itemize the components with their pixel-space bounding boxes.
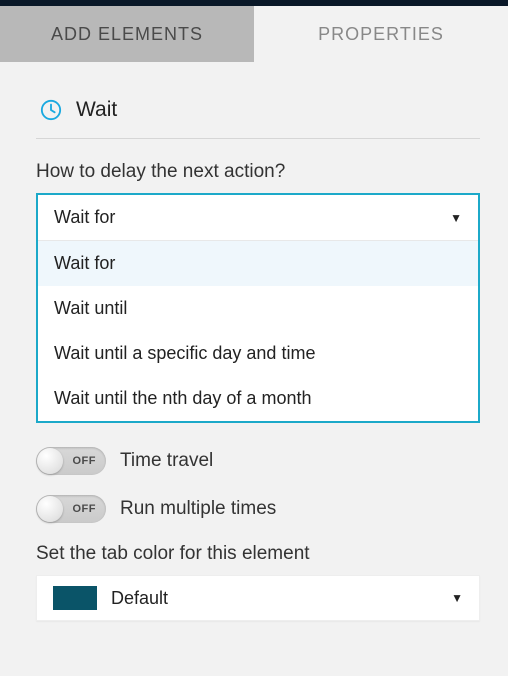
delay-option[interactable]: Wait until the nth day of a month [38,376,478,421]
chevron-down-icon: ▼ [451,591,463,605]
tab-color-label: Set the tab color for this element [36,543,480,565]
section-header: Wait [36,80,480,139]
main-tabs: ADD ELEMENTS PROPERTIES [0,6,508,62]
delay-label: How to delay the next action? [36,161,480,183]
color-swatch [53,586,97,610]
toggle-time-travel-label: Time travel [120,450,213,472]
toggle-run-multiple[interactable]: OFF [36,495,106,523]
delay-dropdown-selected[interactable]: Wait for ▼ [38,195,478,241]
toggle-state-text: OFF [73,503,97,515]
properties-panel: Wait How to delay the next action? Wait … [0,62,508,661]
clock-icon [40,99,62,121]
delay-dropdown-list: Wait for Wait until Wait until a specifi… [38,241,478,421]
section-title: Wait [76,98,117,122]
tab-add-elements[interactable]: ADD ELEMENTS [0,6,254,62]
delay-option[interactable]: Wait for [38,241,478,286]
toggle-run-multiple-label: Run multiple times [120,498,276,520]
delay-option[interactable]: Wait until [38,286,478,331]
toggle-run-multiple-row: OFF Run multiple times [36,495,480,523]
tab-color-name: Default [111,588,437,609]
tab-properties[interactable]: PROPERTIES [254,6,508,62]
toggle-knob [37,448,63,474]
delay-option[interactable]: Wait until a specific day and time [38,331,478,376]
tab-color-select[interactable]: Default ▼ [36,575,480,621]
toggle-time-travel[interactable]: OFF [36,447,106,475]
toggle-knob [37,496,63,522]
delay-dropdown[interactable]: Wait for ▼ Wait for Wait until Wait unti… [36,193,480,423]
chevron-down-icon: ▼ [450,211,462,225]
toggle-state-text: OFF [73,455,97,467]
toggle-time-travel-row: OFF Time travel [36,447,480,475]
delay-dropdown-selected-text: Wait for [54,207,115,228]
